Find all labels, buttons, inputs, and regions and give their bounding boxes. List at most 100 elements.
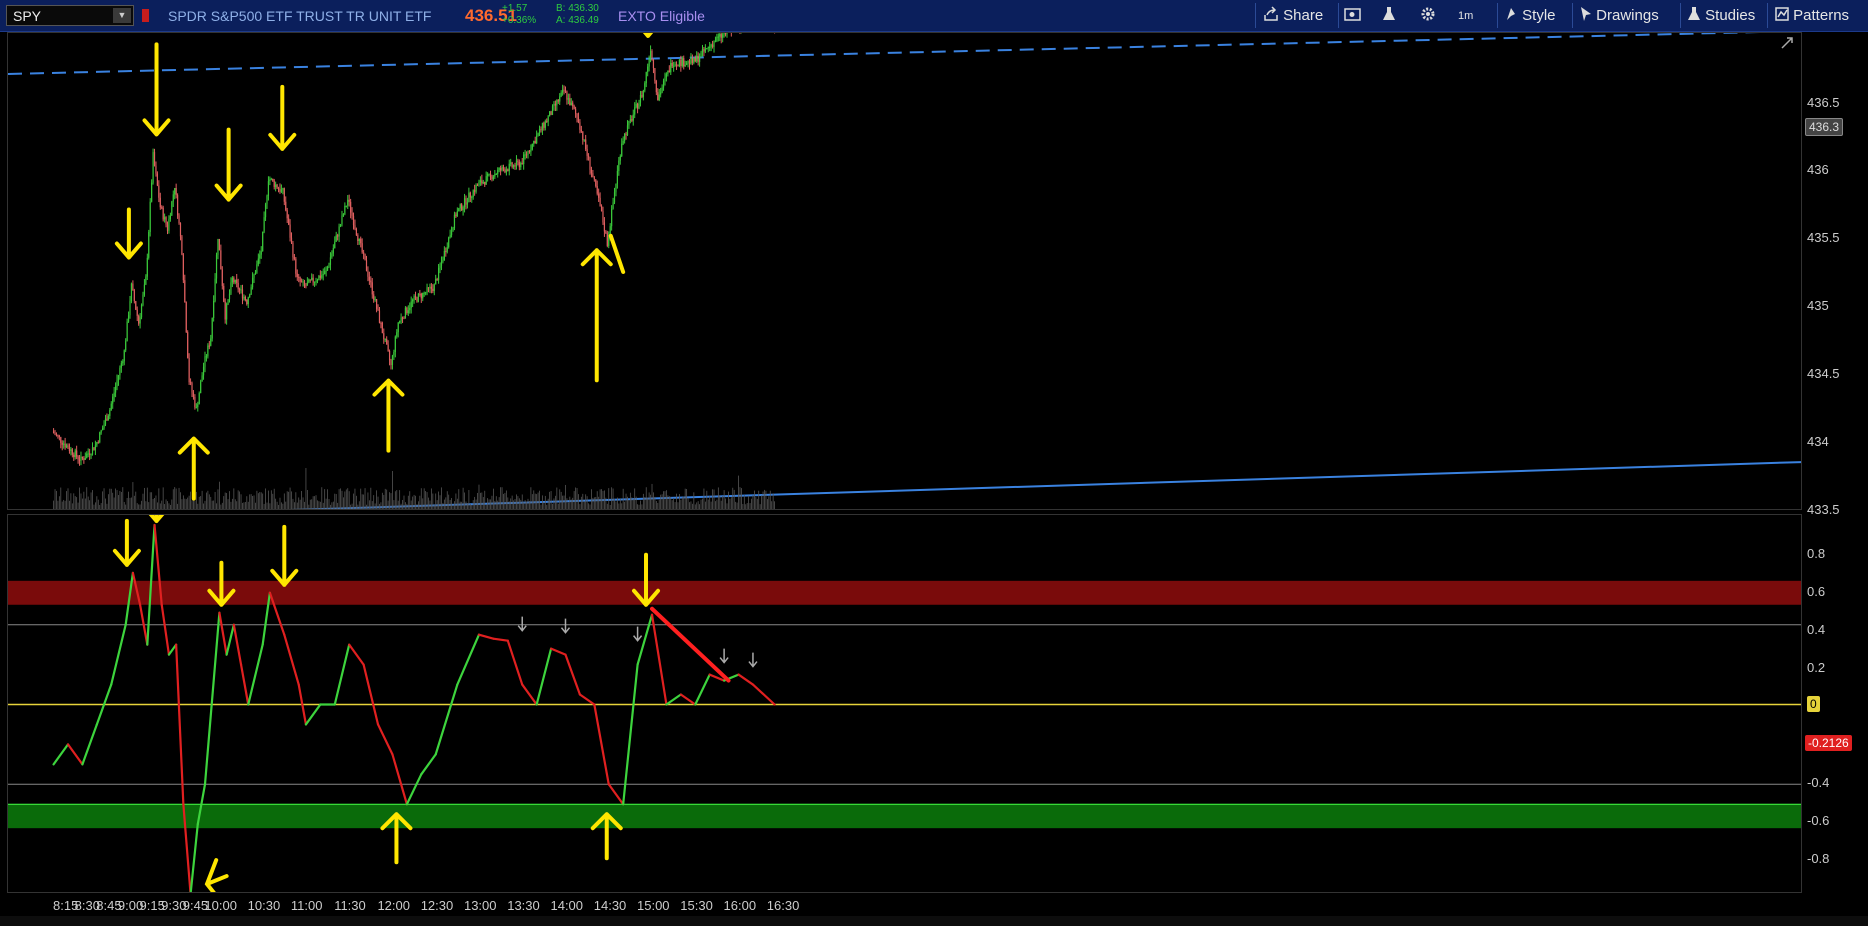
price-candle [600, 204, 603, 212]
volume-bar [312, 496, 314, 509]
annotation-arrow-down[interactable] [636, 33, 660, 38]
screenshot-button[interactable] [1344, 6, 1362, 26]
volume-bar [335, 494, 337, 509]
link-color-icon[interactable] [142, 9, 149, 22]
volume-bar [488, 499, 490, 509]
annotation-arrow-up[interactable] [380, 812, 413, 865]
annotation-arrow-down[interactable] [268, 84, 297, 151]
price-candle [541, 122, 544, 135]
annotation-arrow-up[interactable] [177, 436, 210, 501]
annotation-arrow-left[interactable] [204, 858, 229, 893]
annotation-arrow-down[interactable] [214, 127, 243, 202]
price-candle [365, 255, 368, 272]
volume-bar [370, 487, 372, 509]
osc-segment [492, 637, 509, 642]
annotation-arrow-up[interactable] [372, 378, 405, 453]
price-candle [302, 279, 304, 287]
volume-bar [749, 503, 751, 509]
annotation-arrow-down[interactable] [112, 518, 141, 567]
price-candle [172, 190, 174, 208]
flask-button[interactable] [1381, 6, 1397, 26]
price-candle [273, 178, 275, 190]
price-candle [348, 194, 350, 207]
annotation-arrow-down[interactable] [270, 524, 299, 587]
volume-bar [446, 491, 448, 509]
price-candle [667, 70, 669, 77]
volume-bar [614, 498, 615, 509]
price-candle [593, 175, 595, 182]
settings-button[interactable] [1420, 6, 1436, 26]
volume-bar [56, 490, 57, 509]
price-candle [102, 425, 104, 431]
volume-bar [699, 504, 700, 509]
volume-bar [653, 492, 654, 509]
support-trendline[interactable] [258, 461, 1802, 510]
expand-icon[interactable] [1779, 35, 1795, 51]
time-tick: 13:00 [463, 898, 497, 913]
annotation-arrow-down[interactable] [632, 552, 661, 607]
volume-bar [397, 500, 399, 509]
style-label: Style [1522, 7, 1556, 24]
volume-bar [139, 504, 141, 509]
price-candle [550, 110, 552, 116]
price-candle [264, 202, 267, 222]
price-candle [226, 302, 228, 325]
price-candle [96, 441, 98, 448]
volume-bar [628, 499, 630, 509]
price-candle [116, 374, 118, 391]
studies-button[interactable]: Studies [1687, 6, 1755, 26]
volume-bar [255, 502, 256, 509]
volume-bar [291, 491, 292, 509]
volume-bar [638, 504, 640, 509]
price-candle [673, 61, 675, 72]
drawings-button[interactable]: Drawings [1580, 6, 1659, 26]
timeframe-button[interactable]: 1m [1458, 6, 1473, 26]
price-candle [80, 451, 82, 466]
volume-bar [691, 503, 693, 509]
oscillator-line [52, 523, 776, 892]
price-candle [422, 292, 424, 302]
volume-bar [629, 492, 631, 509]
volume-bar [100, 503, 102, 509]
symbol-input[interactable]: SPY ▼ [6, 5, 134, 26]
annotation-arrow-down[interactable] [142, 42, 171, 137]
volume-bar [161, 500, 163, 509]
price-candle [54, 429, 56, 436]
volume-bar [154, 497, 155, 509]
price-candle [107, 414, 109, 421]
annotation-arrow-down[interactable] [145, 515, 169, 523]
style-button[interactable]: Style [1504, 6, 1556, 26]
price-candle [452, 226, 454, 232]
oscillator-pane[interactable] [7, 514, 1802, 893]
osc-segment [593, 703, 610, 786]
price-candle [710, 43, 712, 52]
annotation-arrow-down[interactable] [114, 207, 143, 260]
volume-bar [549, 491, 551, 509]
price-candle [515, 155, 518, 170]
price-candle [547, 114, 549, 127]
volume-bar [99, 504, 101, 509]
volume-bar [436, 500, 438, 509]
resistance-trendline[interactable] [8, 33, 1802, 75]
time-tick: 11:30 [334, 898, 366, 913]
volume-bar [390, 493, 392, 509]
volume-bar [247, 501, 249, 509]
price-candle [210, 334, 212, 347]
volume-bar [330, 504, 331, 509]
price-candle [644, 81, 646, 93]
patterns-button[interactable]: Patterns [1775, 6, 1849, 26]
annotation-stroke[interactable] [608, 233, 626, 274]
volume-bar [732, 487, 734, 509]
osc-segment [737, 673, 755, 686]
share-button[interactable]: Share [1263, 6, 1323, 26]
price-candle [645, 71, 647, 88]
divergence-trendline[interactable] [650, 606, 731, 683]
annotation-arrow-up[interactable] [580, 248, 613, 383]
chevron-down-icon[interactable]: ▼ [113, 8, 131, 23]
volume-bar [128, 491, 129, 509]
volume-bar [93, 504, 95, 509]
osc-segment [564, 653, 582, 696]
price-candle [214, 273, 216, 303]
volume-bar [86, 487, 88, 509]
price-chart-pane[interactable] [7, 32, 1802, 510]
